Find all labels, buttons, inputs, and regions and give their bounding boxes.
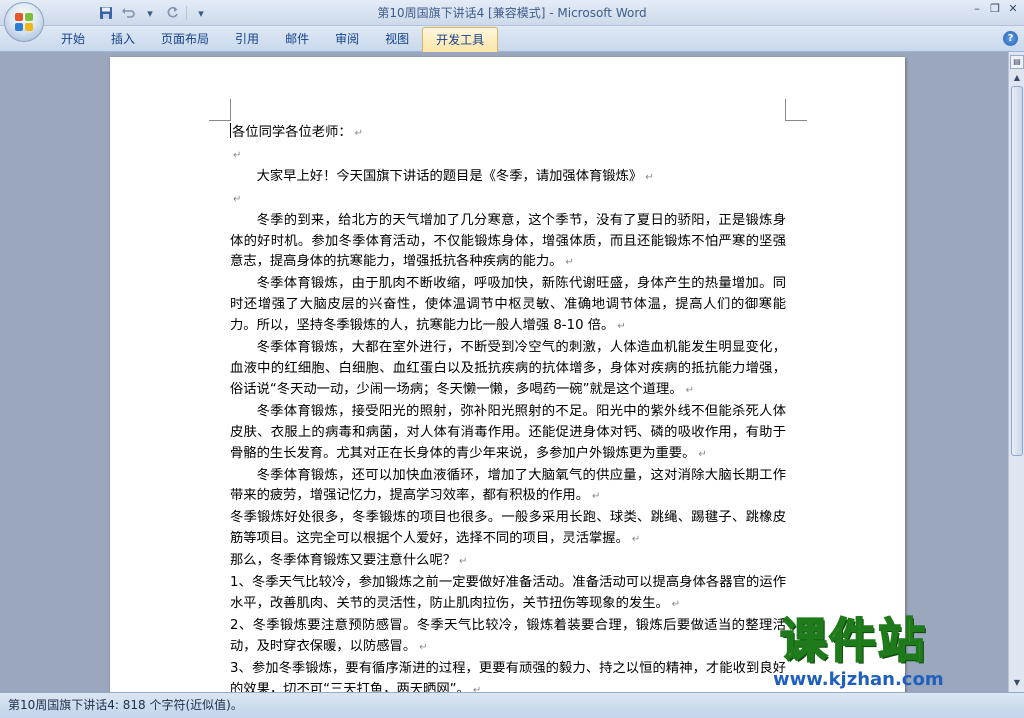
ribbon-tab[interactable]: 开发工具 — [422, 27, 499, 52]
window-title-app: Microsoft Word — [557, 6, 647, 20]
paragraph-text: 各位同学各位老师： — [232, 125, 352, 140]
document-paragraph[interactable]: 1、冬季天气比较冷，参加锻炼之前一定要做好准备活动。准备活动可以提高身体各器官的… — [230, 573, 786, 616]
qat-separator — [186, 6, 187, 20]
paragraph-text: 大家早上好！今天国旗下讲话的题目是《冬季，请加强体育锻炼》 — [256, 168, 643, 184]
text-cursor — [230, 123, 231, 138]
paragraph-mark-icon: ↵ — [565, 257, 574, 269]
vertical-scrollbar[interactable]: ▤ ▲ ▼ — [1008, 52, 1024, 692]
document-paragraph[interactable]: 冬季体育锻炼，还可以加快血液循环，增加了大脑氧气的供应量，这对消除大脑长期工作带… — [230, 466, 786, 509]
office-logo-icon — [15, 13, 33, 31]
window-title-document: 第10周国旗下讲话4 [兼容模式] — [377, 6, 546, 20]
ribbon-tab[interactable]: 视图 — [372, 27, 422, 51]
document-body[interactable]: 各位同学各位老师： ↵ ↵ 大家早上好！今天国旗下讲话的题目是《冬季，请加强体育锻炼》… — [230, 123, 786, 692]
ribbon-tab[interactable]: 引用 — [222, 27, 272, 51]
scroll-up-icon[interactable]: ▲ — [1010, 71, 1024, 85]
document-paragraph[interactable]: 冬季锻炼好处很多，冬季锻炼的项目也很多。一般多采用长跑、球类、跳绳、踢毽子、跳橡… — [230, 508, 786, 551]
paragraph-text: 那么，冬季体育锻炼又要注意什么呢？ — [230, 553, 457, 569]
document-paragraph[interactable]: 各位同学各位老师： ↵ — [230, 123, 786, 145]
document-paragraph[interactable]: 那么，冬季体育锻炼又要注意什么呢？ ↵ — [230, 551, 786, 573]
ribbon-tab[interactable]: 邮件 — [272, 27, 322, 51]
paragraph-text: 冬季体育锻炼，由于肌肉不断收缩，呼吸加快，新陈代谢旺盛，身体产生的热量增加。同时… — [230, 276, 786, 334]
paragraph-mark-icon: ↵ — [685, 384, 694, 396]
paragraph-mark-icon: ↵ — [617, 321, 626, 333]
paragraph-text: 冬季锻炼好处很多，冬季锻炼的项目也很多。一般多采用长跑、球类、跳绳、踢毽子、跳橡… — [230, 510, 786, 547]
document-page[interactable]: 各位同学各位老师： ↵ ↵ 大家早上好！今天国旗下讲话的题目是《冬季，请加强体育锻炼》… — [110, 57, 905, 692]
document-paragraph[interactable]: 冬季的到来，给北方的天气增加了几分寒意，这个季节，没有了夏日的骄阳，正是锻炼身体… — [230, 211, 786, 275]
scroll-down-icon[interactable]: ▼ — [1010, 676, 1024, 690]
scrollbar-thumb[interactable] — [1011, 86, 1023, 456]
paragraph-text: 冬季的到来，给北方的天气增加了几分寒意，这个季节，没有了夏日的骄阳，正是锻炼身体… — [230, 212, 786, 270]
paragraph-text: 2、冬季锻炼要注意预防感冒。冬季天气比较冷，锻炼着装要合理，锻炼后要做适当的整理… — [230, 617, 786, 654]
paragraph-mark-icon: ↵ — [671, 598, 681, 610]
paragraph-mark-icon: ↵ — [233, 149, 242, 161]
paragraph-text: 冬季体育锻炼，大都在室外进行，不断受到冷空气的刺激，人体造血机能发生明显变化，血… — [230, 340, 786, 397]
office-button[interactable] — [4, 2, 44, 42]
paragraph-text: 1、冬季天气比较冷，参加锻炼之前一定要做好准备活动。准备活动可以提高身体各器官的… — [230, 575, 786, 611]
document-paragraph[interactable]: ↵ — [230, 189, 786, 211]
ribbon-tab[interactable]: 页面布局 — [148, 27, 222, 51]
restore-icon[interactable]: ❐ — [988, 2, 1002, 16]
crop-mark-top-right — [785, 99, 807, 121]
document-paragraph[interactable]: ↵ — [230, 145, 786, 167]
document-paragraph[interactable]: 冬季体育锻炼，接受阳光的照射，弥补阳光照射的不足。阳光中的紫外线不但能杀死人体皮… — [230, 402, 786, 466]
save-icon[interactable] — [98, 5, 114, 21]
ribbon-tab-row: 开始 插入 页面布局 引用 邮件 审阅 视图 开发工具 ? — [0, 26, 1024, 52]
document-paragraph[interactable]: 冬季体育锻炼，由于肌肉不断收缩，呼吸加快，新陈代谢旺盛，身体产生的热量增加。同时… — [230, 274, 786, 338]
document-paragraph[interactable]: 2、冬季锻炼要注意预防感冒。冬季天气比较冷，锻炼着装要合理，锻炼后要做适当的整理… — [230, 616, 786, 659]
paragraph-mark-icon: ↵ — [472, 684, 482, 692]
paragraph-mark-icon: ↵ — [354, 128, 364, 139]
quick-access-toolbar: ▾ ▾ — [50, 3, 209, 23]
document-work-area: 各位同学各位老师： ↵ ↵ 大家早上好！今天国旗下讲话的题目是《冬季，请加强体育锻炼》… — [0, 52, 1008, 692]
undo-dropdown-icon[interactable]: ▾ — [142, 5, 158, 21]
redo-icon[interactable] — [164, 5, 180, 21]
document-paragraph[interactable]: 3、参加冬季锻炼，要有循序渐进的过程，更要有顽强的毅力、持之以恒的精神，才能收到… — [230, 659, 786, 692]
undo-icon[interactable] — [120, 5, 136, 21]
document-paragraph[interactable]: 大家早上好！今天国旗下讲话的题目是《冬季，请加强体育锻炼》 ↵ — [230, 167, 786, 189]
paragraph-mark-icon: ↵ — [233, 193, 242, 205]
paragraph-mark-icon: ↵ — [631, 534, 641, 546]
status-bar: 第10周国旗下讲话4: 818 个字符(近似值)。 — [0, 692, 1024, 718]
title-bar: ▾ ▾ 第10周国旗下讲话4 [兼容模式] - Microsoft Word –… — [0, 0, 1024, 26]
view-ruler-icon[interactable]: ▤ — [1010, 55, 1024, 69]
close-icon[interactable]: ✕ — [1006, 2, 1020, 16]
window-title-separator: - — [545, 6, 558, 20]
status-text: 第10周国旗下讲话4: 818 个字符(近似值)。 — [8, 698, 243, 712]
paragraph-mark-icon: ↵ — [459, 556, 468, 568]
paragraph-mark-icon: ↵ — [645, 171, 654, 183]
paragraph-mark-icon: ↵ — [698, 448, 707, 460]
minimize-icon[interactable]: – — [970, 2, 984, 16]
crop-mark-top-left — [209, 99, 231, 121]
ribbon-tabs: 开始 插入 页面布局 引用 邮件 审阅 视图 开发工具 — [48, 27, 499, 52]
customize-qat-icon[interactable]: ▾ — [193, 5, 209, 21]
ribbon-tab[interactable]: 审阅 — [322, 27, 372, 51]
paragraph-text: 3、参加冬季锻炼，要有循序渐进的过程，更要有顽强的毅力、持之以恒的精神，才能收到… — [230, 660, 786, 692]
window-controls: – ❐ ✕ — [970, 2, 1020, 16]
paragraph-text: 冬季体育锻炼，还可以加快血液循环，增加了大脑氧气的供应量，这对消除大脑长期工作带… — [230, 467, 786, 504]
paragraph-mark-icon: ↵ — [592, 491, 601, 503]
ribbon-tab[interactable]: 开始 — [48, 27, 98, 51]
help-icon[interactable]: ? — [1003, 31, 1018, 46]
document-paragraph[interactable]: 冬季体育锻炼，大都在室外进行，不断受到冷空气的刺激，人体造血机能发生明显变化，血… — [230, 338, 786, 402]
ribbon-tab[interactable]: 插入 — [98, 27, 148, 51]
paragraph-mark-icon: ↵ — [419, 641, 428, 653]
